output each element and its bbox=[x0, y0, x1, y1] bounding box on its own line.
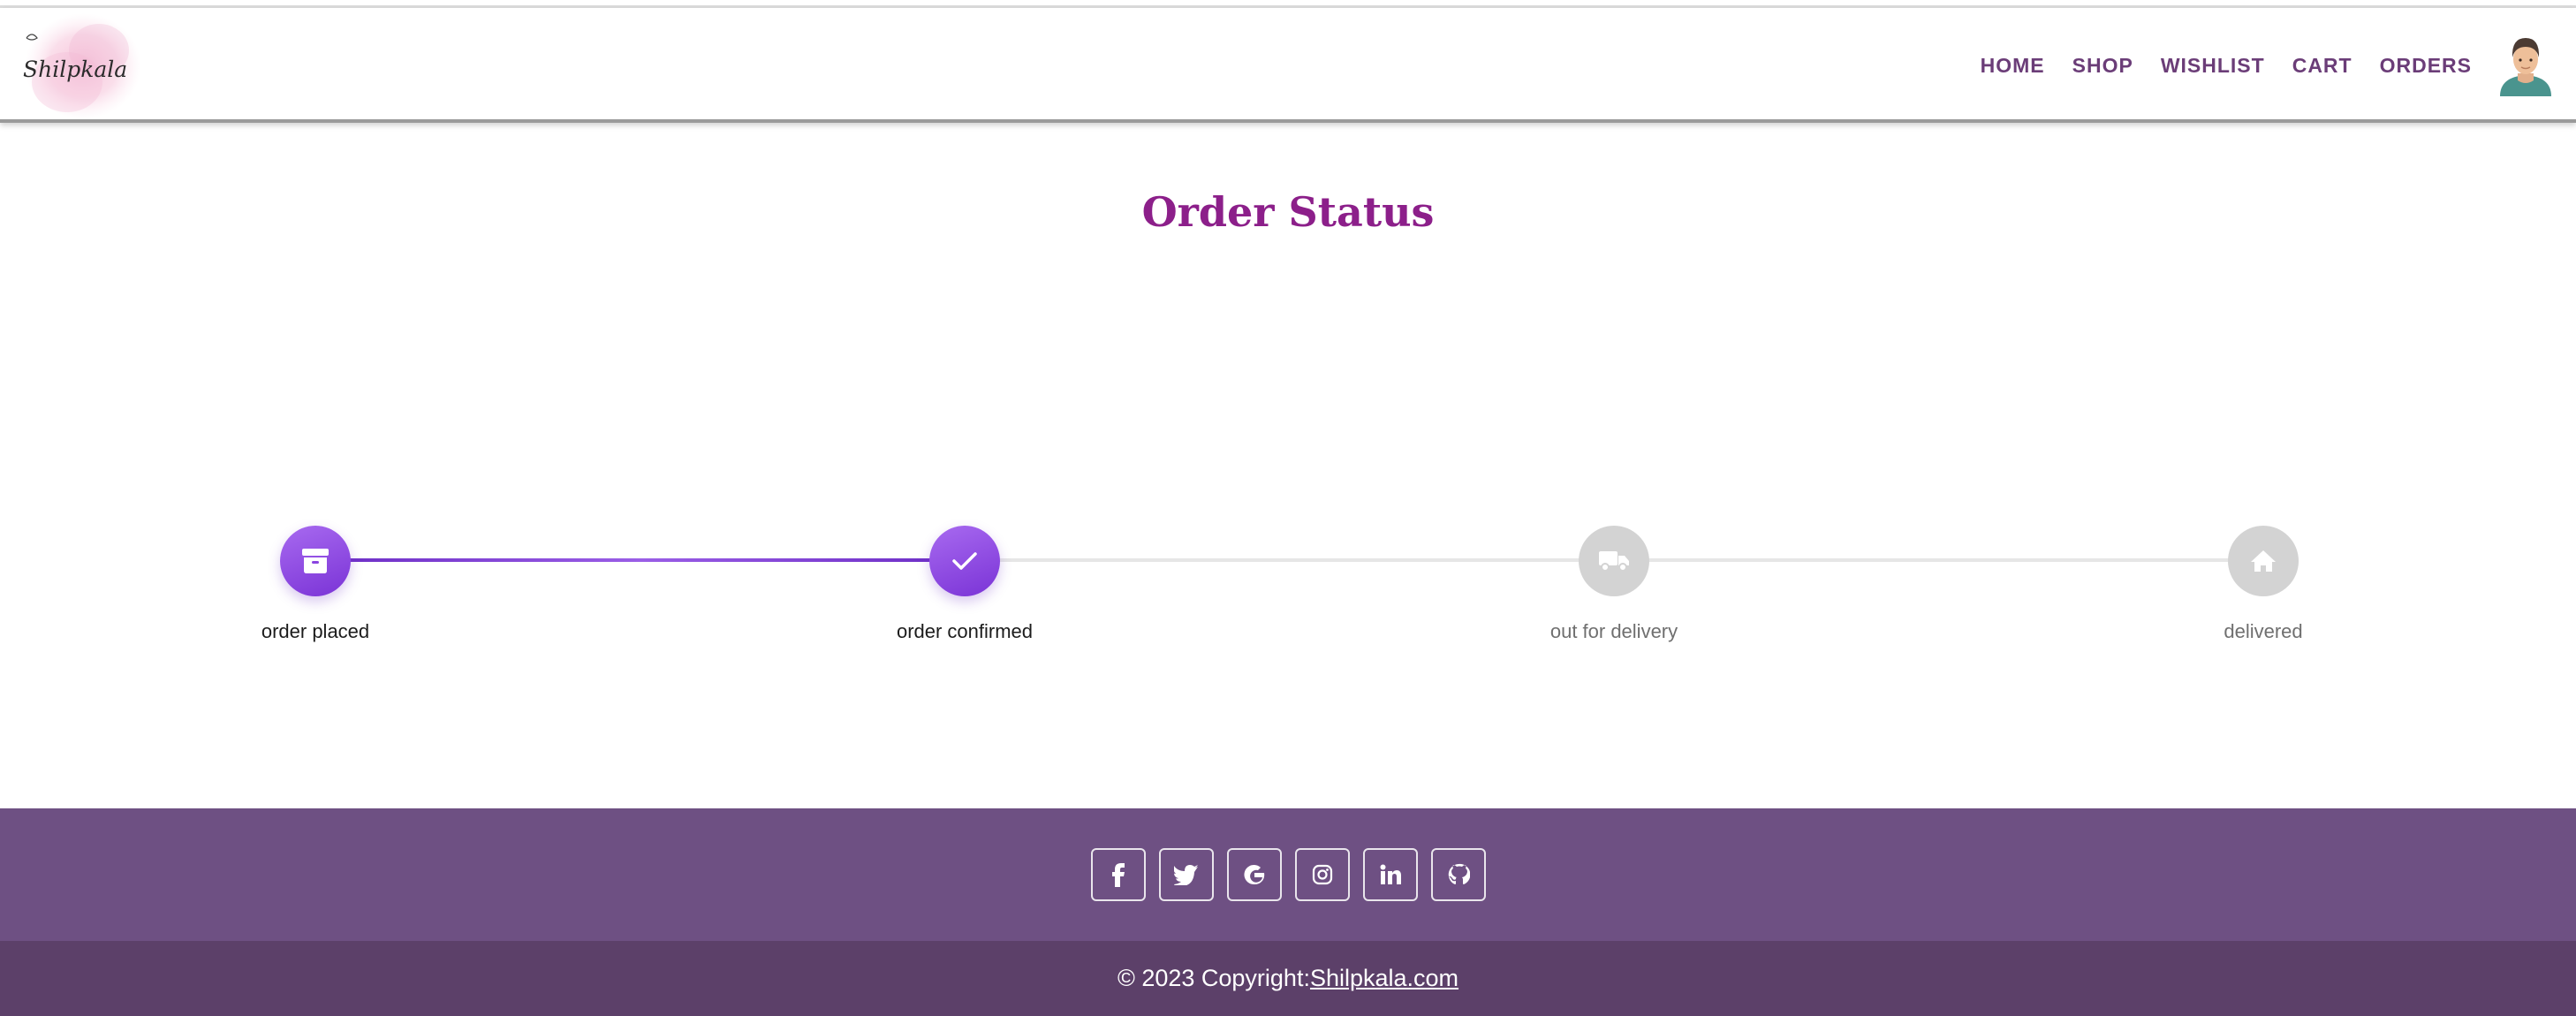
step-order-confirmed bbox=[929, 526, 1000, 596]
home-icon bbox=[2251, 550, 2276, 572]
google-icon bbox=[1243, 865, 1264, 885]
archive-box-icon bbox=[302, 549, 329, 573]
step-label-out-for-delivery: out for delivery bbox=[1549, 620, 1678, 642]
social-links bbox=[0, 848, 2576, 901]
step-out-for-delivery bbox=[1579, 526, 1649, 596]
step-delivered bbox=[2228, 526, 2299, 596]
progress-line-complete bbox=[315, 558, 966, 562]
linkedin-button[interactable] bbox=[1362, 848, 1418, 901]
google-button[interactable] bbox=[1226, 848, 1282, 901]
facebook-icon bbox=[1111, 863, 1125, 887]
linkedin-icon bbox=[1380, 864, 1401, 884]
twitter-button[interactable] bbox=[1158, 848, 1214, 901]
step-label-order-confirmed: order confirmed bbox=[896, 620, 1034, 642]
github-icon bbox=[1448, 863, 1470, 884]
footer-copyright-bar: © 2023 Copyright: Shilpkala.com bbox=[0, 941, 2576, 1016]
instagram-icon bbox=[1312, 864, 1332, 885]
facebook-button[interactable] bbox=[1090, 848, 1146, 901]
order-status-tracker: order placed order confirmed out for del… bbox=[0, 0, 2576, 813]
copyright-text: © 2023 Copyright: bbox=[1117, 965, 1310, 991]
step-label-delivered: delivered bbox=[2224, 620, 2303, 642]
step-order-placed bbox=[280, 526, 351, 596]
step-label-order-placed: order placed bbox=[261, 620, 370, 642]
instagram-button[interactable] bbox=[1294, 848, 1350, 901]
truck-icon bbox=[1599, 551, 1629, 572]
github-button[interactable] bbox=[1430, 848, 1486, 901]
twitter-icon bbox=[1173, 865, 1198, 885]
check-icon bbox=[952, 552, 977, 570]
copyright-link[interactable]: Shilpkala.com bbox=[1310, 965, 1458, 992]
